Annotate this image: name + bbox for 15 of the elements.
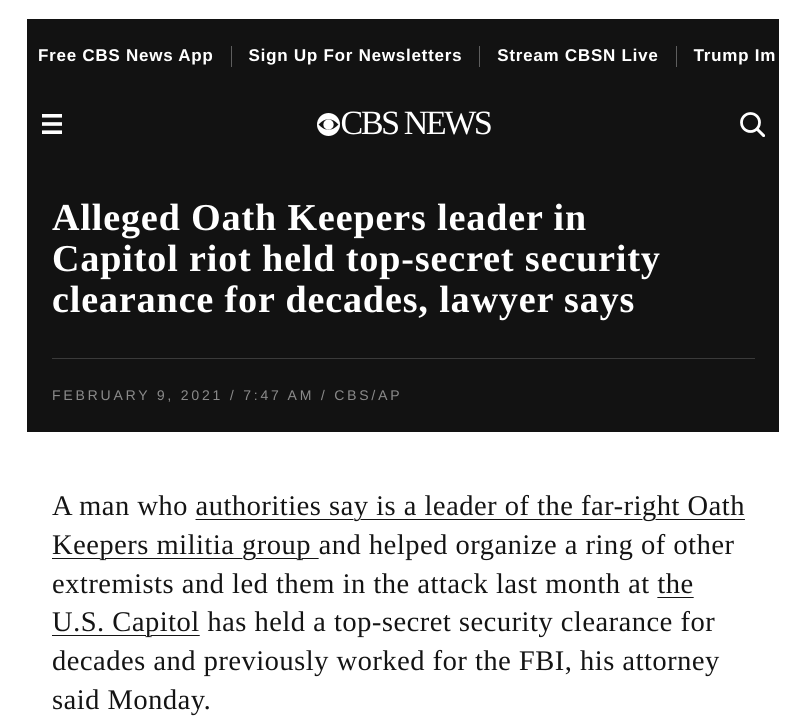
article-link[interactable]: Keepers militia group <box>52 530 319 561</box>
nav-link[interactable]: Stream CBSN Live <box>497 46 659 66</box>
article-headline: Alleged Oath Keepers leader in Capitol riot held top-secret security clearance for decades, lawyer says <box>52 198 662 321</box>
article-byline: FEBRUARY 9, 2021 / 7:47 AM / CBS/AP <box>52 386 404 405</box>
nav-link[interactable]: Free CBS News App <box>38 46 214 66</box>
nav-link[interactable]: Trump Im <box>694 46 776 66</box>
search-icon[interactable] <box>740 112 765 136</box>
nav-link[interactable]: Sign Up For Newsletters <box>248 46 462 66</box>
logo-text[interactable]: CBS NEWS <box>340 107 490 141</box>
menu-icon[interactable] <box>42 114 62 134</box>
article-link[interactable]: U.S. Capitol <box>52 607 200 638</box>
article-paragraph: A man who authorities say is a leader of the far-right Oath Keepers militia group and helped organize a ring of other extremists and led them in the attack last month at the U.S. Capitol has held a top-secret security clearance for decades and previously worked for the FBI, his attorney said Monday. <box>52 490 746 718</box>
eye-icon[interactable] <box>316 112 340 136</box>
article-link[interactable]: authorities say is a leader of the far-right Oath <box>196 491 745 522</box>
article-link[interactable]: the <box>657 568 694 600</box>
